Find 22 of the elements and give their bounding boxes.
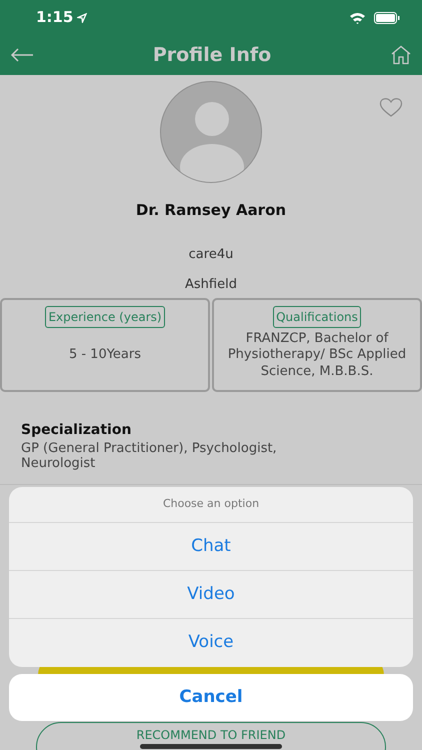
option-button[interactable]: Voice (9, 619, 413, 667)
doctor-name: Dr. Ramsey Aaron (136, 200, 286, 221)
info-value: FRANZCP, Bachelor of Physiotherapy/ BSc Applied Science, M.B.B.S. (226, 330, 408, 381)
cancel-button[interactable]: Cancel (9, 674, 413, 721)
favorite-heart-icon[interactable] (379, 97, 403, 118)
option-button[interactable]: Video (9, 571, 413, 619)
location-text: Ashfield (185, 276, 237, 294)
battery-icon (374, 12, 400, 24)
info-label: Experience (years) (45, 306, 165, 328)
home-icon[interactable] (390, 45, 412, 65)
page-title: Profile Info (152, 42, 272, 68)
status-time: 1:15 (36, 7, 74, 28)
location-icon (77, 12, 88, 22)
wifi-icon (349, 12, 366, 24)
info-label: Qualifications (273, 306, 361, 328)
option-button[interactable]: Chat (9, 523, 413, 571)
section-heading: Specialization (21, 420, 132, 440)
info-value: 5 - 10Years (68, 346, 142, 364)
sheet-title: Choose an option (9, 487, 413, 523)
back-arrow-icon[interactable] (10, 48, 34, 62)
specialization-text: GP (General Practitioner), Psychologist, Neurologist (21, 440, 278, 472)
clinic-name: care4u (188, 246, 234, 264)
